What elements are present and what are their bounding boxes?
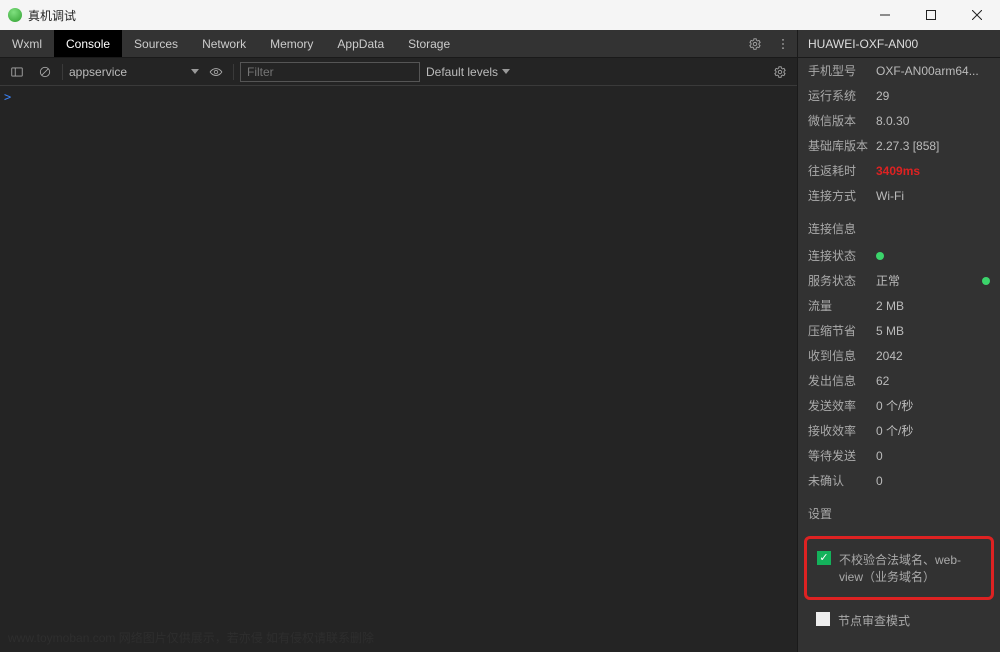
value: 2.27.3 [858] [876, 139, 990, 153]
label: 微信版本 [808, 112, 876, 129]
device-panel-body: 手机型号 OXF-AN00arm64... 运行系统 29 微信版本 8.0.3… [798, 58, 1000, 652]
checkbox-skip-domain[interactable]: 不校验合法域名、web-view（业务域名） [811, 547, 987, 589]
value: 0 [876, 474, 990, 488]
row-pending: 等待发送 0 [798, 443, 1000, 468]
live-expression-icon[interactable] [205, 61, 227, 83]
close-button[interactable] [954, 0, 1000, 30]
label: 未确认 [808, 472, 876, 489]
context-select[interactable]: appservice [69, 65, 199, 79]
value: 0 个/秒 [876, 397, 990, 414]
row-sent: 发出信息 62 [798, 368, 1000, 393]
row-os: 运行系统 29 [798, 83, 1000, 108]
value: 62 [876, 374, 990, 388]
tab-appdata[interactable]: AppData [325, 30, 396, 57]
value: Wi-Fi [876, 189, 990, 203]
label: 连接方式 [808, 187, 876, 204]
row-srv-status: 服务状态 正常 [798, 268, 1000, 293]
row-recv-rate: 接收效率 0 个/秒 [798, 418, 1000, 443]
value: 2 MB [876, 299, 990, 313]
value: 0 [876, 449, 990, 463]
label: 压缩节省 [808, 322, 876, 339]
value: 5 MB [876, 324, 990, 338]
settings-highlight-box: 不校验合法域名、web-view（业务域名） [804, 536, 994, 600]
console-body[interactable]: > www.toymoban.com 网络图片仅供展示，若亦侵 如有侵权请联系删… [0, 86, 797, 652]
titlebar: 真机调试 [0, 0, 1000, 30]
row-wechat: 微信版本 8.0.30 [798, 108, 1000, 133]
status-dot-icon [876, 252, 884, 260]
console-settings-icon[interactable] [769, 61, 791, 83]
app-icon [8, 8, 22, 22]
label: 发送效率 [808, 397, 876, 414]
console-prompt[interactable]: > [4, 90, 11, 104]
row-model: 手机型号 OXF-AN00arm64... [798, 58, 1000, 83]
minimize-button[interactable] [862, 0, 908, 30]
maximize-button[interactable] [908, 0, 954, 30]
label: 基础库版本 [808, 137, 876, 154]
section-connection: 连接信息 [798, 208, 1000, 243]
tab-memory[interactable]: Memory [258, 30, 325, 57]
label: 连接状态 [808, 247, 876, 264]
checkbox-icon [816, 612, 830, 626]
row-recv: 收到信息 2042 [798, 343, 1000, 368]
row-conn-status: 连接状态 [798, 243, 1000, 268]
label: 发出信息 [808, 372, 876, 389]
label: 服务状态 [808, 272, 876, 289]
row-rtt: 往返耗时 3409ms [798, 158, 1000, 183]
checkbox-label: 不校验合法域名、web-view（业务域名） [839, 551, 981, 585]
label: 接收效率 [808, 422, 876, 439]
row-send-rate: 发送效率 0 个/秒 [798, 393, 1000, 418]
label: 运行系统 [808, 87, 876, 104]
value: 8.0.30 [876, 114, 990, 128]
value: 0 个/秒 [876, 422, 990, 439]
tab-storage[interactable]: Storage [396, 30, 462, 57]
value: 29 [876, 89, 990, 103]
toggle-sidebar-icon[interactable] [6, 61, 28, 83]
label: 往返耗时 [808, 162, 876, 179]
status-dot-icon [982, 277, 990, 285]
label: 收到信息 [808, 347, 876, 364]
more-icon[interactable] [769, 30, 797, 57]
value: OXF-AN00arm64... [876, 64, 990, 78]
settings-icon[interactable] [741, 30, 769, 57]
log-levels-label: Default levels [426, 65, 498, 79]
tab-console[interactable]: Console [54, 30, 122, 57]
watermark: www.toymoban.com 网络图片仅供展示，若亦侵 如有侵权请联系删除 [8, 629, 374, 646]
row-base: 基础库版本 2.27.3 [858] [798, 133, 1000, 158]
workspace: Wxml Console Sources Network Memory AppD… [0, 30, 1000, 652]
row-conn-type: 连接方式 Wi-Fi [798, 183, 1000, 208]
value: 3409ms [876, 164, 990, 178]
value: 2042 [876, 349, 990, 363]
value [876, 249, 990, 263]
device-panel: HUAWEI-OXF-AN00 手机型号 OXF-AN00arm64... 运行… [797, 30, 1000, 652]
tab-wxml[interactable]: Wxml [0, 30, 54, 57]
console-toolbar: appservice Default levels [0, 58, 797, 86]
label: 等待发送 [808, 447, 876, 464]
label: 手机型号 [808, 62, 876, 79]
chevron-down-icon [502, 69, 510, 74]
filter-input[interactable] [240, 62, 420, 82]
device-title: HUAWEI-OXF-AN00 [798, 30, 1000, 58]
tab-network[interactable]: Network [190, 30, 258, 57]
chevron-down-icon [191, 69, 199, 74]
window-title: 真机调试 [28, 7, 76, 24]
clear-console-icon[interactable] [34, 61, 56, 83]
row-traffic: 流量 2 MB [798, 293, 1000, 318]
row-unconfirmed: 未确认 0 [798, 468, 1000, 493]
checkbox-label: 节点审查模式 [838, 612, 910, 629]
tab-sources[interactable]: Sources [122, 30, 190, 57]
checkbox-node-inspect[interactable]: 节点审查模式 [810, 608, 988, 633]
tab-row: Wxml Console Sources Network Memory AppD… [0, 30, 797, 58]
checkbox-icon [817, 551, 831, 565]
section-settings: 设置 [798, 493, 1000, 528]
context-select-label: appservice [69, 65, 127, 79]
devtools-pane: Wxml Console Sources Network Memory AppD… [0, 30, 797, 652]
value: 正常 [876, 272, 982, 289]
log-levels-select[interactable]: Default levels [426, 65, 510, 79]
label: 流量 [808, 297, 876, 314]
row-compress: 压缩节省 5 MB [798, 318, 1000, 343]
